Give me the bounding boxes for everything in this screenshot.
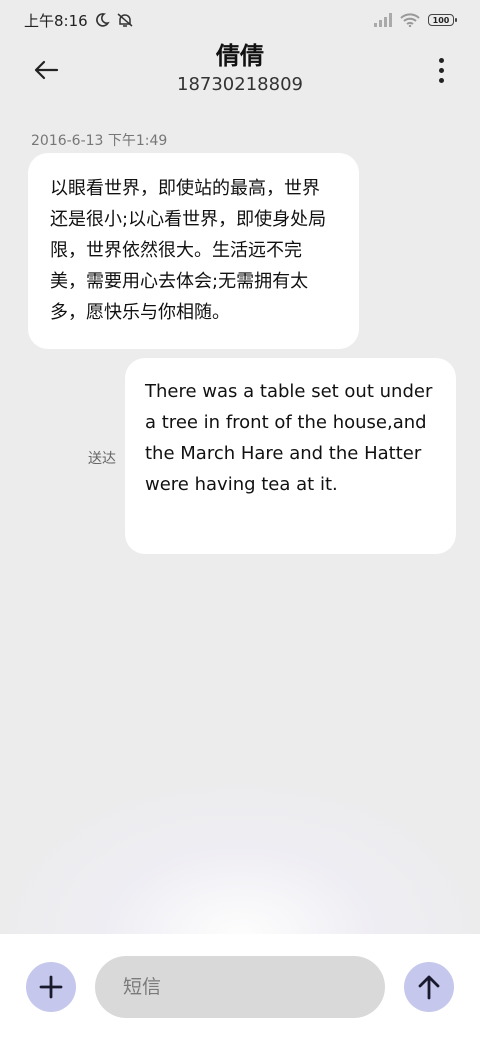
contact-info: 倩倩 18730218809 xyxy=(100,40,380,98)
mute-icon xyxy=(117,13,133,27)
battery-icon: 100 xyxy=(428,14,457,26)
background-glow xyxy=(0,780,480,935)
status-bar: 上午8:16 100 xyxy=(0,0,480,40)
status-time: 上午8:16 xyxy=(24,11,88,30)
back-button[interactable] xyxy=(26,50,66,90)
more-vertical-icon xyxy=(438,57,444,63)
outgoing-message-bubble[interactable]: There was a table set out under a tree i… xyxy=(125,358,456,554)
contact-name: 倩倩 xyxy=(216,42,264,70)
delivery-status: 送达 xyxy=(88,451,116,467)
status-left: 上午8:16 xyxy=(24,10,134,31)
send-button[interactable] xyxy=(404,962,454,1012)
contact-number: 18730218809 xyxy=(177,74,303,95)
back-arrow-icon xyxy=(34,60,59,80)
incoming-message-bubble[interactable]: 以眼看世界，即使站的最高，世界还是很小;以心看世界，即使身处局限，世界依然很大。… xyxy=(28,153,359,349)
wifi-icon xyxy=(400,13,420,27)
send-arrow-icon xyxy=(418,975,440,1000)
conversation-header: 倩倩 18730218809 xyxy=(0,40,480,110)
battery-level: 100 xyxy=(432,15,450,25)
moon-icon xyxy=(95,13,110,27)
plus-icon xyxy=(39,975,63,999)
status-right: 100 xyxy=(374,13,457,27)
sms-input[interactable] xyxy=(95,956,385,1018)
more-options-button[interactable] xyxy=(426,50,456,90)
signal-icon xyxy=(374,13,392,27)
composer-bar xyxy=(0,934,480,1040)
add-attachment-button[interactable] xyxy=(26,962,76,1012)
message-timestamp: 2016-6-13 下午1:49 xyxy=(31,133,168,149)
